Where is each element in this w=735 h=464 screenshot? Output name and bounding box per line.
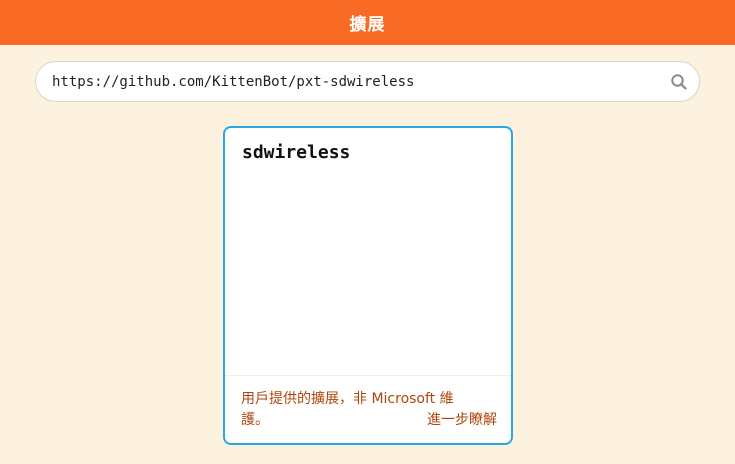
search-input[interactable] — [36, 62, 659, 101]
card-divider — [225, 375, 511, 376]
search-icon[interactable] — [659, 62, 699, 101]
search-bar — [35, 61, 700, 102]
card-footer: 用戶提供的擴展，非 Microsoft 維護。 進一步瞭解 — [241, 389, 497, 431]
learn-more-link[interactable]: 進一步瞭解 — [427, 410, 497, 431]
header-bar: 擴展 — [0, 0, 735, 45]
extension-title: sdwireless — [242, 142, 351, 163]
extension-card[interactable]: sdwireless 用戶提供的擴展，非 Microsoft 維護。 進一步瞭解 — [223, 126, 513, 445]
page-title: 擴展 — [349, 15, 386, 35]
